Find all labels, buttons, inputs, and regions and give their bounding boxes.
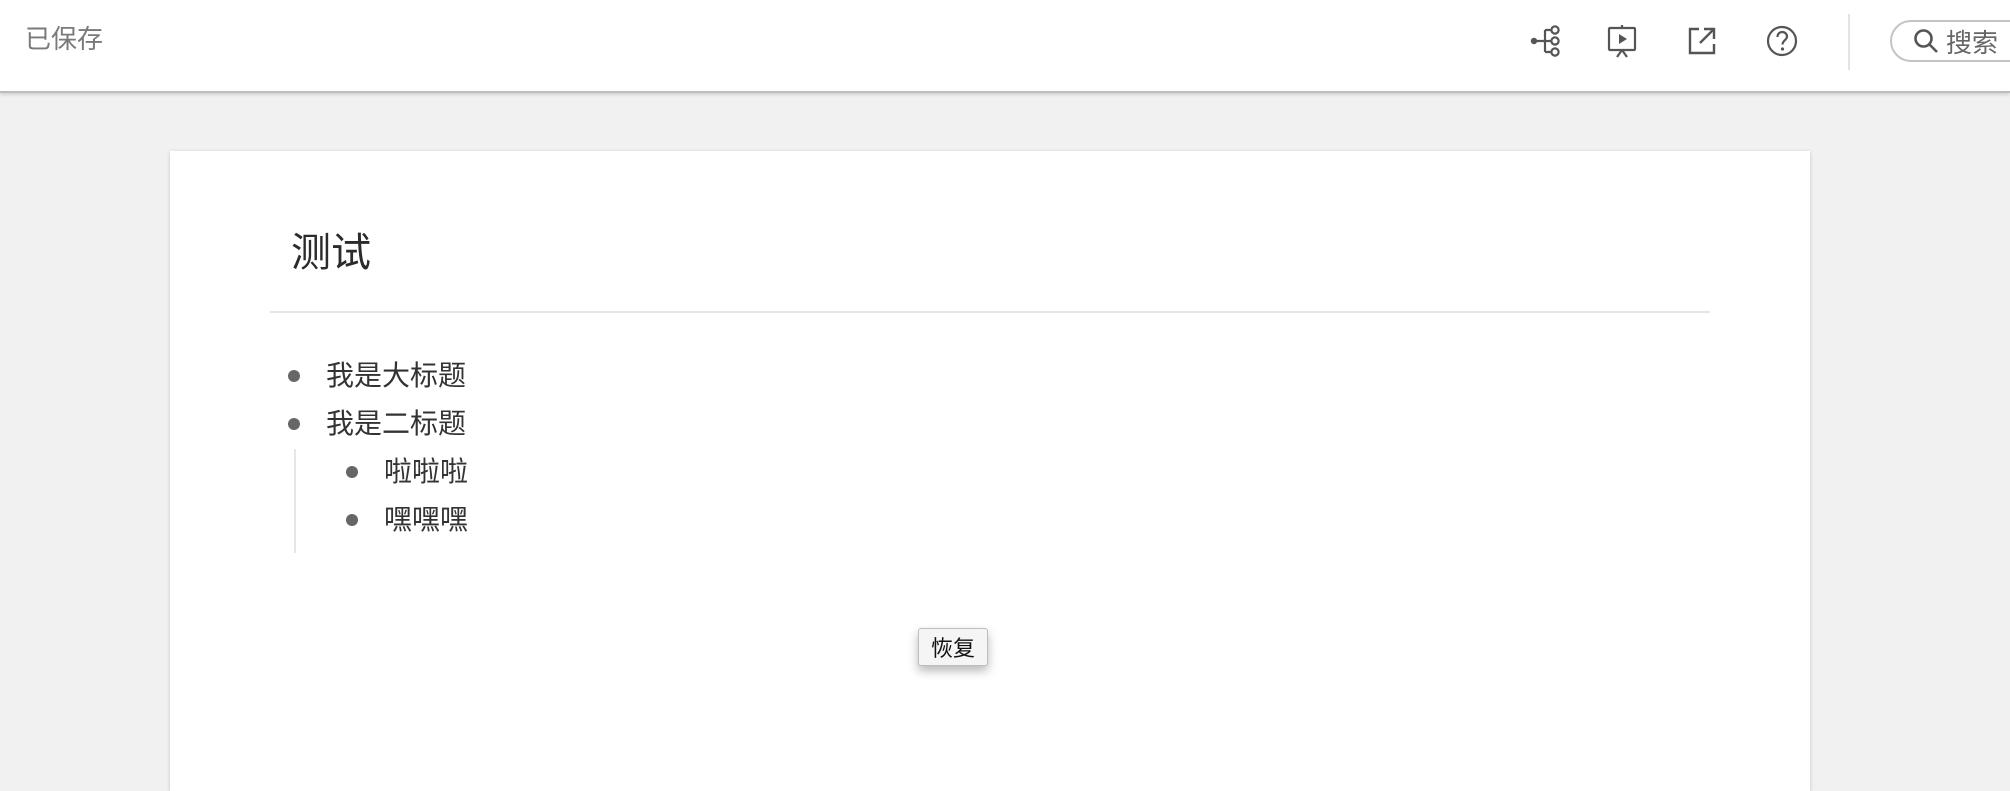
outline-item-text[interactable]: 我是大标题 — [326, 356, 466, 396]
help-icon[interactable] — [1762, 21, 1802, 61]
document-title[interactable]: 测试 — [291, 227, 371, 279]
outline-item-text[interactable]: 啦啦啦 — [384, 452, 468, 492]
restore-button[interactable]: 恢复 — [918, 628, 988, 666]
title-divider — [270, 311, 1710, 313]
save-status-label: 已保存 — [25, 25, 104, 55]
outline-item[interactable]: 啦啦啦 — [346, 452, 468, 492]
bullet-icon[interactable] — [288, 418, 300, 430]
outline-item[interactable]: 我是二标题 — [288, 404, 466, 444]
top-toolbar: 已保存 搜索 — [0, 0, 2010, 93]
open-external-icon[interactable] — [1682, 21, 1722, 61]
outline-item[interactable]: 嘿嘿嘿 — [346, 500, 468, 540]
search-icon — [1914, 29, 1938, 53]
mindmap-icon[interactable] — [1526, 21, 1566, 61]
outline-item[interactable]: 我是大标题 — [288, 356, 466, 396]
bullet-icon[interactable] — [346, 514, 358, 526]
presentation-icon[interactable] — [1602, 21, 1642, 61]
toolbar-divider — [1848, 14, 1850, 70]
search-label: 搜索 — [1946, 28, 1999, 59]
outline-item-text[interactable]: 嘿嘿嘿 — [384, 500, 468, 540]
outline-item-text[interactable]: 我是二标题 — [326, 404, 466, 444]
search-input[interactable]: 搜索 — [1890, 20, 2010, 62]
children-guide-line — [294, 449, 296, 553]
document-page: 测试 我是大标题 我是二标题 啦啦啦 嘿嘿嘿 恢复 — [170, 151, 1810, 791]
bullet-icon[interactable] — [288, 370, 300, 382]
bullet-icon[interactable] — [346, 466, 358, 478]
